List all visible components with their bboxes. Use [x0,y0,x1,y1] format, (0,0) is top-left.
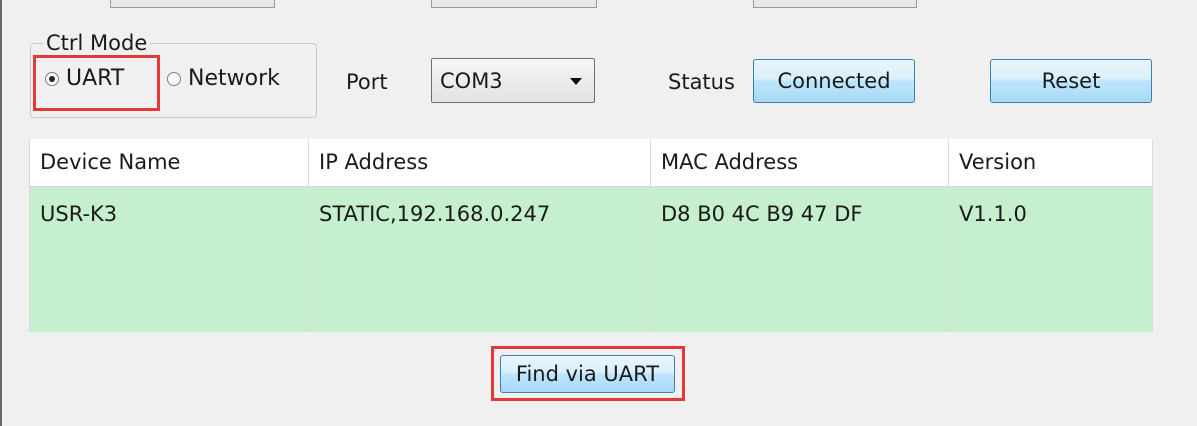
chevron-down-icon [570,78,582,85]
column-divider [308,139,309,332]
port-label: Port [346,70,388,94]
column-divider [948,139,949,332]
cell-ip-address: STATIC,192.168.0.247 [319,202,551,226]
top-control-edge [753,0,917,8]
network-radio[interactable]: Network [167,66,280,92]
device-table: Device Name IP Address MAC Address Versi… [29,139,1153,332]
cell-device-name: USR-K3 [40,202,118,226]
status-button[interactable]: Connected [753,59,915,103]
port-select[interactable]: COM3 [431,58,595,103]
uart-highlight-box [33,55,160,111]
cell-mac-address: D8 B0 4C B9 47 DF [661,202,863,226]
radio-unchecked-icon [167,72,181,86]
window-edge [0,0,2,426]
reset-button[interactable]: Reset [990,59,1152,103]
port-select-value: COM3 [440,69,503,93]
find-button-highlight-box [491,346,685,401]
column-header-mac-address[interactable]: MAC Address [651,139,949,186]
column-header-version[interactable]: Version [949,139,1153,186]
column-header-device-name[interactable]: Device Name [30,139,309,186]
column-divider [650,139,651,332]
top-control-edge [110,0,275,8]
table-header: Device Name IP Address MAC Address Versi… [30,139,1153,187]
top-control-edge [431,0,597,8]
ctrl-mode-legend: Ctrl Mode [43,31,151,55]
network-radio-label: Network [188,66,280,91]
cell-version: V1.1.0 [959,202,1027,226]
column-header-ip-address[interactable]: IP Address [309,139,651,186]
column-divider [1152,139,1153,332]
status-label: Status [668,70,735,94]
